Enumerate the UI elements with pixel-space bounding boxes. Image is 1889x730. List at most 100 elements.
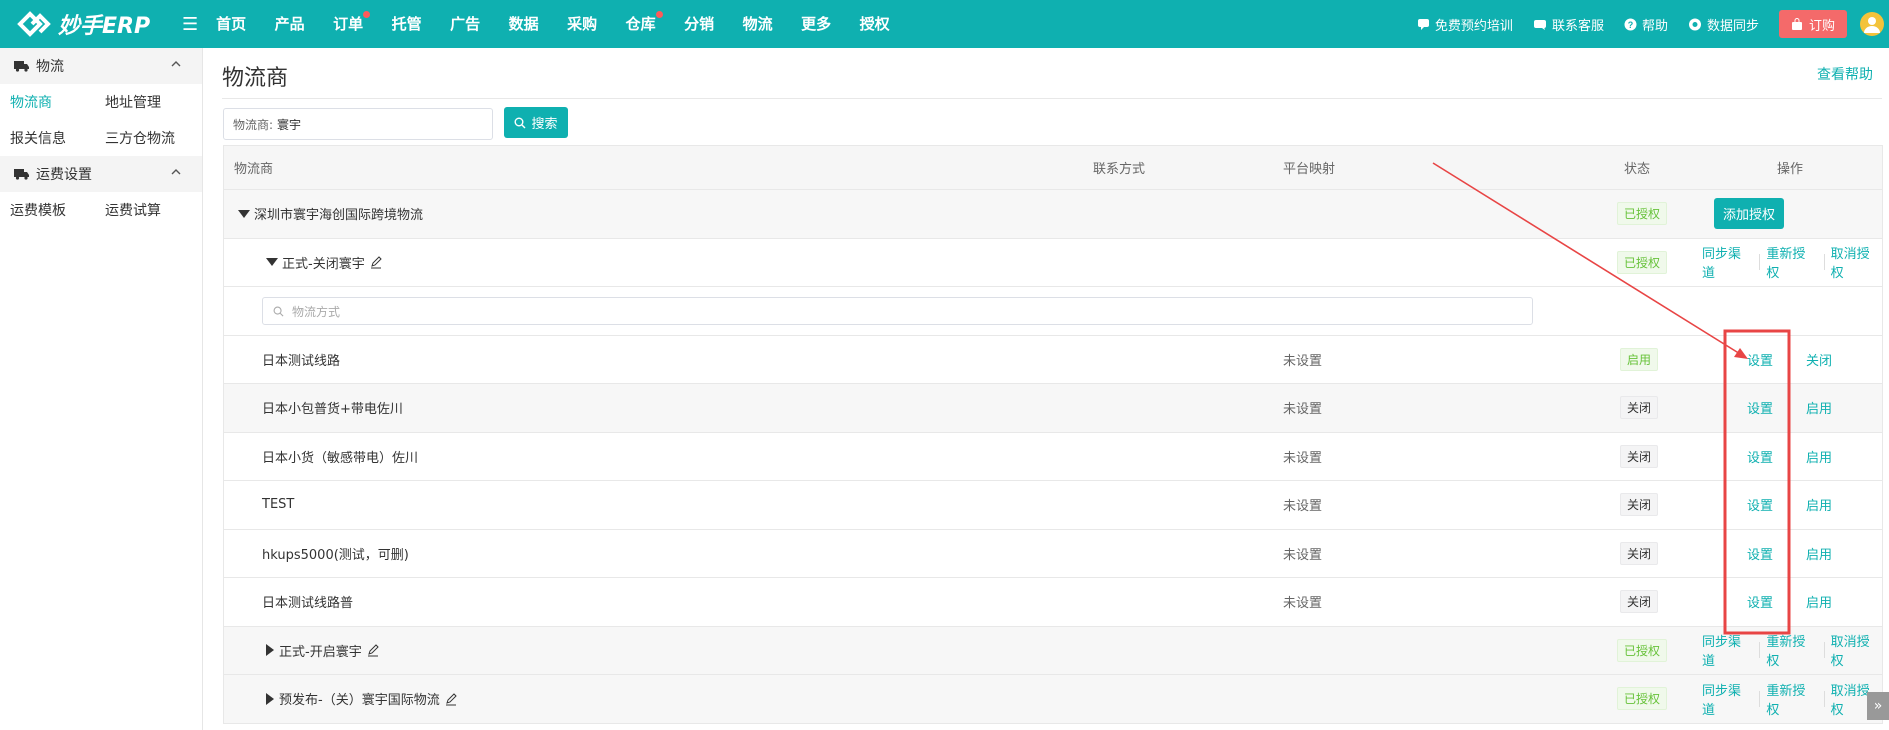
cancel-authorization-link[interactable]: 取消授权 (1831, 631, 1882, 669)
account-name: 正式-关闭寰宇 (282, 256, 365, 272)
toggle-link[interactable]: 启用 (1806, 544, 1832, 563)
chevron-up-icon (171, 169, 181, 175)
sync-channels-link[interactable]: 同步渠道 (1702, 631, 1753, 669)
truck-icon (14, 61, 29, 72)
toggle-link[interactable]: 关闭 (1806, 350, 1832, 369)
toggle-link[interactable]: 启用 (1806, 495, 1832, 514)
set-link[interactable]: 设置 (1747, 447, 1773, 466)
nav-ads[interactable]: 广告 (450, 0, 509, 48)
nav-logistics[interactable]: 物流 (743, 0, 802, 48)
toggle-link[interactable]: 启用 (1806, 447, 1832, 466)
sidebar-item-third-party-warehouse[interactable]: 三方仓物流 (95, 128, 190, 148)
platform-mapping: 未设置 (1283, 353, 1323, 369)
training-link[interactable]: 免费预约培训 (1417, 15, 1513, 34)
set-link[interactable]: 设置 (1747, 350, 1773, 369)
menu-toggle-icon[interactable]: ☰ (182, 14, 198, 35)
collapse-icon[interactable] (238, 209, 250, 218)
column-header: 物流商 (234, 162, 274, 177)
help-menu[interactable]: ? 帮助 (1624, 15, 1668, 34)
method-row: 日本小货（敏感带电）佐川 未设置 关闭 设置 启用 (224, 433, 1882, 481)
account-actions: 同步渠道 重新授权 取消授权 (1702, 675, 1882, 723)
account-name-cell[interactable]: 预发布-（关）寰宇国际物流 (266, 675, 458, 723)
divider (1823, 254, 1825, 271)
set-link[interactable]: 设置 (1747, 398, 1773, 417)
sync-menu[interactable]: 数据同步 (1688, 15, 1759, 34)
sync-channels-link[interactable]: 同步渠道 (1702, 243, 1753, 281)
nav-hosting[interactable]: 托管 (392, 0, 451, 48)
nav-home[interactable]: 首页 (216, 0, 275, 48)
expand-panel-button[interactable]: » (1867, 692, 1889, 720)
chat-icon (1417, 18, 1429, 30)
sidebar-group-logistics[interactable]: 物流 (0, 48, 202, 84)
nav-data[interactable]: 数据 (509, 0, 568, 48)
column-header: 平台映射 (1283, 162, 1336, 177)
cancel-authorization-link[interactable]: 取消授权 (1831, 243, 1882, 281)
edit-icon[interactable] (369, 255, 383, 269)
sidebar-item-customs[interactable]: 报关信息 (0, 128, 95, 148)
nav-distribution[interactable]: 分销 (684, 0, 743, 48)
help-label: 帮助 (1641, 18, 1668, 34)
sidebar-item-fee-calculator[interactable]: 运费试算 (95, 200, 190, 220)
nav-products[interactable]: 产品 (275, 0, 334, 48)
sidebar-group-label: 物流 (36, 59, 64, 75)
sidebar-item-addresses[interactable]: 地址管理 (95, 92, 190, 112)
sync-channels-link[interactable]: 同步渠道 (1702, 680, 1753, 718)
expand-icon[interactable] (266, 692, 274, 705)
nav-more[interactable]: 更多 (801, 0, 860, 48)
provider-search-input[interactable]: 物流商: 寰宇 (223, 108, 493, 140)
search-button[interactable]: 搜索 (504, 107, 568, 138)
collapse-icon[interactable] (266, 258, 278, 267)
sidebar-group-shipping-fees[interactable]: 运费设置 (0, 156, 202, 192)
toggle-link[interactable]: 启用 (1806, 398, 1832, 417)
reauthorize-link[interactable]: 重新授权 (1766, 631, 1817, 669)
reauthorize-link[interactable]: 重新授权 (1766, 243, 1817, 281)
platform-mapping: 未设置 (1283, 402, 1323, 418)
nav-authorization[interactable]: 授权 (860, 0, 919, 48)
logo-icon (17, 11, 51, 37)
account-name-cell[interactable]: 正式-关闭寰宇 (266, 239, 383, 287)
help-link[interactable]: 查看帮助 (1817, 64, 1873, 84)
top-right-tools: 免费预约培训 联系客服 ? 帮助 数据同步 订购 (1417, 0, 1889, 48)
account-name-cell[interactable]: 正式-开启寰宇 (266, 627, 380, 675)
reauthorize-link[interactable]: 重新授权 (1766, 680, 1817, 718)
nav-purchase[interactable]: 采购 (567, 0, 626, 48)
platform-mapping: 未设置 (1283, 499, 1323, 515)
provider-name-cell[interactable]: 深圳市寰宇海创国际跨境物流 (238, 190, 423, 238)
divider (1759, 690, 1761, 707)
logo[interactable]: 妙手ERP (14, 8, 166, 40)
order-button[interactable]: 订购 (1778, 10, 1847, 38)
sidebar-item-providers[interactable]: 物流商 (0, 92, 95, 112)
question-icon: ? (1624, 18, 1637, 30)
avatar[interactable] (1859, 11, 1885, 37)
user-icon (1860, 12, 1884, 36)
provider-row: 深圳市寰宇海创国际跨境物流 已授权 添加授权 (224, 190, 1882, 239)
status-badge: 关闭 (1620, 396, 1659, 420)
set-link[interactable]: 设置 (1747, 495, 1773, 514)
svg-text:?: ? (1628, 20, 1634, 30)
support-link[interactable]: 联系客服 (1533, 15, 1604, 34)
status-badge: 关闭 (1620, 493, 1659, 517)
method-search-input[interactable]: 物流方式 (262, 297, 1533, 325)
status-badge: 已授权 (1617, 687, 1668, 711)
edit-icon[interactable] (444, 692, 458, 706)
column-header: 状态 (1624, 162, 1651, 177)
nav-warehouse[interactable]: 仓库 (626, 0, 685, 48)
sidebar: 物流 物流商 地址管理 报关信息 三方仓物流 运费设置 运费模板 运费试算 (0, 48, 203, 730)
method-row: hkups5000(测试，可删) 未设置 关闭 设置 启用 (224, 530, 1882, 578)
method-row: 日本测试线路 未设置 启用 设置 关闭 (224, 336, 1882, 384)
sidebar-item-fee-templates[interactable]: 运费模板 (0, 200, 95, 220)
main-nav: 首页 产品 订单 托管 广告 数据 采购 仓库 分销 物流 更多 授权 (216, 0, 918, 48)
add-authorization-button[interactable]: 添加授权 (1714, 198, 1785, 230)
status-badge: 关闭 (1620, 444, 1659, 468)
expand-icon[interactable] (266, 644, 274, 657)
nav-orders[interactable]: 订单 (333, 0, 392, 48)
account-actions: 同步渠道 重新授权 取消授权 (1702, 627, 1882, 675)
set-link[interactable]: 设置 (1747, 544, 1773, 563)
set-link[interactable]: 设置 (1747, 592, 1773, 611)
page-title: 物流商 (222, 66, 289, 91)
status-badge: 已授权 (1617, 202, 1668, 226)
nav-warehouse-label: 仓库 (625, 15, 656, 33)
edit-icon[interactable] (366, 643, 380, 657)
sidebar-row: 运费模板 运费试算 (0, 192, 202, 228)
toggle-link[interactable]: 启用 (1806, 592, 1832, 611)
